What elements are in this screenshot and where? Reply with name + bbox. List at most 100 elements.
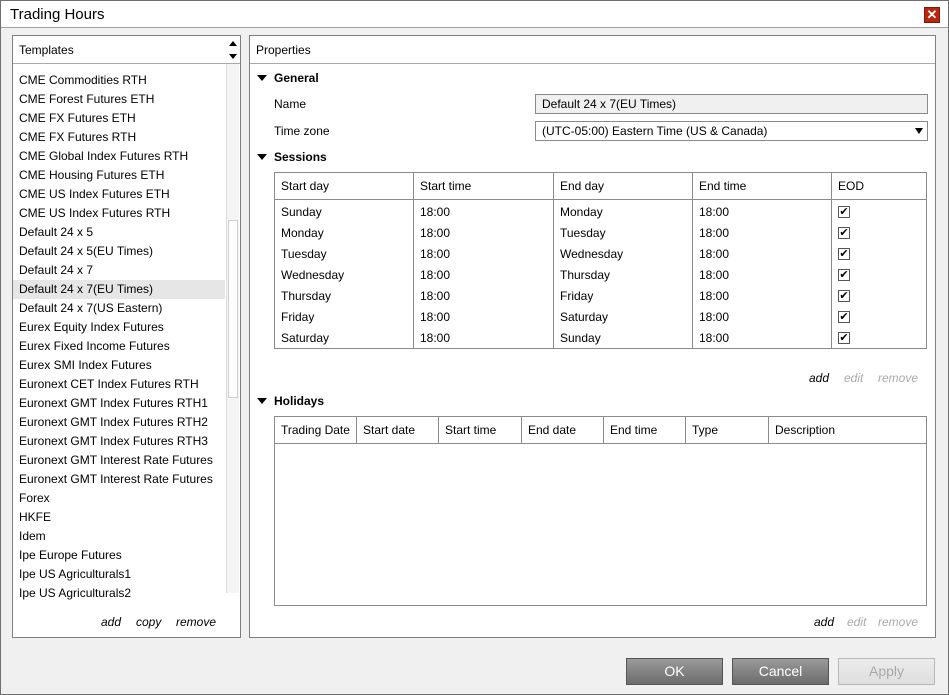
- general-collapse-icon[interactable]: [257, 75, 267, 81]
- column-header-type[interactable]: Type: [686, 417, 769, 444]
- template-list-item[interactable]: CME Forest Futures ETH: [19, 90, 224, 109]
- column-header-end-date[interactable]: End date: [522, 417, 604, 444]
- template-list-item[interactable]: Default 24 x 7(EU Times): [13, 280, 225, 299]
- eod-checkbox[interactable]: ✔: [838, 290, 850, 302]
- template-list-item[interactable]: Euronext GMT Interest Rate Futures: [19, 451, 224, 470]
- template-list-item[interactable]: Euronext GMT Interest Rate Futures: [19, 470, 224, 489]
- template-list-item[interactable]: Default 24 x 5: [19, 223, 224, 242]
- eod-checkbox[interactable]: ✔: [838, 269, 850, 281]
- template-list-item[interactable]: Euronext GMT Index Futures RTH2: [19, 413, 224, 432]
- template-list-item[interactable]: Default 24 x 7(US Eastern): [19, 299, 224, 318]
- column-header-start-day[interactable]: Start day: [275, 173, 414, 200]
- scroll-up-icon[interactable]: [229, 41, 237, 46]
- column-header-start-time[interactable]: Start time: [414, 173, 554, 200]
- session-cell[interactable]: Saturday: [554, 307, 608, 328]
- session-cell[interactable]: Tuesday: [554, 223, 606, 244]
- column-header-start-date[interactable]: Start date: [357, 417, 439, 444]
- column-header-end-time[interactable]: End time: [604, 417, 686, 444]
- session-cell[interactable]: 18:00: [693, 286, 729, 307]
- template-add-link[interactable]: add: [101, 615, 121, 629]
- session-cell[interactable]: Saturday: [275, 328, 329, 349]
- cancel-button[interactable]: Cancel: [732, 658, 829, 685]
- session-add-link[interactable]: add: [809, 371, 829, 385]
- column-header-eod[interactable]: EOD: [832, 173, 926, 200]
- template-list-item[interactable]: Idem: [19, 527, 224, 546]
- session-cell[interactable]: 18:00: [414, 223, 450, 244]
- template-list-item[interactable]: CME Global Index Futures RTH: [19, 147, 224, 166]
- template-list-item[interactable]: Euronext GMT Index Futures RTH3: [19, 432, 224, 451]
- template-list-item[interactable]: Euronext GMT Index Futures RTH1: [19, 394, 224, 413]
- column-header-start-time[interactable]: Start time: [439, 417, 522, 444]
- template-list-item[interactable]: Euronext CET Index Futures RTH: [19, 375, 224, 394]
- template-list-item[interactable]: CME Housing Futures ETH: [19, 166, 224, 185]
- session-cell[interactable]: 18:00: [693, 223, 729, 244]
- template-list-item[interactable]: Eurex Fixed Income Futures: [19, 337, 224, 356]
- session-cell[interactable]: Wednesday: [554, 244, 623, 265]
- template-list-item[interactable]: Ipe US Agriculturals1: [19, 565, 224, 584]
- template-list-item[interactable]: Eurex Equity Index Futures: [19, 318, 224, 337]
- session-cell[interactable]: 18:00: [693, 265, 729, 286]
- session-cell[interactable]: 18:00: [414, 244, 450, 265]
- template-list-item[interactable]: CME US Index Futures RTH: [19, 204, 224, 223]
- template-list-item[interactable]: Default 24 x 7: [19, 261, 224, 280]
- sessions-table: Start day Start time End day End time EO…: [274, 172, 927, 349]
- name-field-value: Default 24 x 7(EU Times): [542, 97, 677, 111]
- scroll-down-icon[interactable]: [229, 54, 237, 59]
- template-list-item[interactable]: Forex: [19, 489, 224, 508]
- close-icon[interactable]: ✕: [924, 7, 940, 23]
- session-cell[interactable]: 18:00: [414, 286, 450, 307]
- column-header-end-time[interactable]: End time: [693, 173, 832, 200]
- template-list-item[interactable]: Default 24 x 5(EU Times): [19, 242, 224, 261]
- trading-hours-window: Trading Hours ✕ Templates CME Commoditie…: [0, 0, 949, 695]
- session-cell[interactable]: 18:00: [693, 307, 729, 328]
- session-cell[interactable]: Monday: [275, 223, 324, 244]
- session-cell[interactable]: Thursday: [554, 265, 610, 286]
- holiday-add-link[interactable]: add: [814, 615, 834, 629]
- column-header-end-day[interactable]: End day: [554, 173, 693, 200]
- session-cell[interactable]: 18:00: [414, 328, 450, 349]
- session-cell[interactable]: 18:00: [414, 307, 450, 328]
- session-cell[interactable]: Friday: [275, 307, 314, 328]
- holidays-collapse-icon[interactable]: [257, 398, 267, 404]
- templates-scrollbar[interactable]: [226, 64, 239, 593]
- eod-checkbox[interactable]: ✔: [838, 248, 850, 260]
- eod-checkbox[interactable]: ✔: [838, 206, 850, 218]
- ok-button[interactable]: OK: [626, 658, 723, 685]
- template-list-item[interactable]: Eurex SMI Index Futures: [19, 356, 224, 375]
- eod-checkbox[interactable]: ✔: [838, 311, 850, 323]
- session-cell[interactable]: 18:00: [414, 265, 450, 286]
- session-cell[interactable]: 18:00: [693, 202, 729, 223]
- eod-checkbox[interactable]: ✔: [838, 332, 850, 344]
- session-cell[interactable]: Sunday: [554, 328, 601, 349]
- template-list-item[interactable]: HKFE: [19, 508, 224, 527]
- template-list-item[interactable]: Ipe Europe Futures: [19, 546, 224, 565]
- sessions-collapse-icon[interactable]: [257, 154, 267, 160]
- timezone-select[interactable]: (UTC-05:00) Eastern Time (US & Canada): [535, 121, 928, 141]
- session-cell[interactable]: 18:00: [693, 328, 729, 349]
- session-cell[interactable]: 18:00: [414, 202, 450, 223]
- apply-button[interactable]: Apply: [838, 658, 935, 685]
- scrollbar-thumb[interactable]: [228, 220, 238, 398]
- session-cell[interactable]: Wednesday: [275, 265, 344, 286]
- session-cell[interactable]: Sunday: [275, 202, 322, 223]
- template-list-item[interactable]: CME FX Futures RTH: [19, 128, 224, 147]
- session-cell[interactable]: Tuesday: [275, 244, 327, 265]
- template-list-item[interactable]: CME US Index Futures ETH: [19, 185, 224, 204]
- holiday-edit-link[interactable]: edit: [847, 615, 866, 629]
- template-list-item[interactable]: CME Commodities RTH: [19, 71, 224, 90]
- name-field[interactable]: Default 24 x 7(EU Times): [535, 94, 928, 114]
- column-header-trading-date[interactable]: Trading Date: [275, 417, 357, 444]
- holiday-remove-link[interactable]: remove: [878, 615, 918, 629]
- template-list-item[interactable]: CME FX Futures ETH: [19, 109, 224, 128]
- template-copy-link[interactable]: copy: [136, 615, 161, 629]
- template-list-item[interactable]: Ipe US Agriculturals2: [19, 584, 224, 603]
- eod-checkbox[interactable]: ✔: [838, 227, 850, 239]
- session-cell[interactable]: Thursday: [275, 286, 331, 307]
- session-cell[interactable]: 18:00: [693, 244, 729, 265]
- session-remove-link[interactable]: remove: [878, 371, 918, 385]
- session-cell[interactable]: Monday: [554, 202, 603, 223]
- session-cell[interactable]: Friday: [554, 286, 593, 307]
- session-edit-link[interactable]: edit: [844, 371, 863, 385]
- column-header-description[interactable]: Description: [769, 417, 926, 444]
- template-remove-link[interactable]: remove: [176, 615, 216, 629]
